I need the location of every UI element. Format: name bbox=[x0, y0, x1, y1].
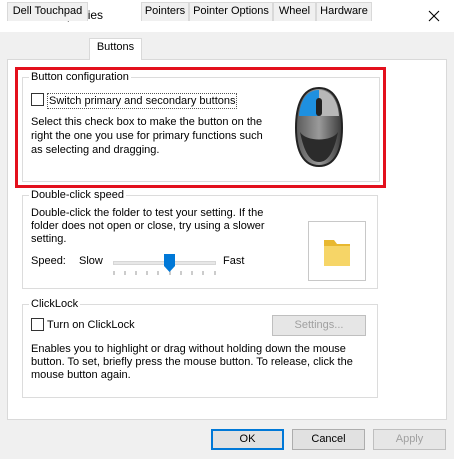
fast-label: Fast bbox=[223, 255, 245, 267]
tab-label: Hardware bbox=[320, 5, 368, 17]
slow-label: Slow bbox=[79, 255, 103, 267]
double-click-desc-line2: folder does not open or close, try using… bbox=[31, 220, 265, 232]
speed-slider-thumb[interactable] bbox=[164, 254, 176, 272]
tab-pointer-options[interactable]: Pointer Options bbox=[189, 2, 273, 21]
button-config-desc-line3: as selecting and dragging. bbox=[31, 144, 160, 156]
tab-wheel[interactable]: Wheel bbox=[273, 2, 316, 21]
close-icon bbox=[428, 10, 440, 22]
speed-label: Speed: bbox=[31, 255, 66, 267]
button-config-desc-line2: right the one you use for primary functi… bbox=[31, 130, 263, 142]
mouse-icon bbox=[294, 86, 344, 168]
cancel-button[interactable]: Cancel bbox=[292, 429, 365, 450]
tab-pointers[interactable]: Pointers bbox=[141, 2, 189, 21]
test-folder-area[interactable] bbox=[308, 221, 366, 281]
tab-label: Pointers bbox=[144, 5, 186, 17]
double-click-desc-line1: Double-click the folder to test your set… bbox=[31, 207, 264, 219]
tab-buttons[interactable]: Buttons bbox=[89, 38, 142, 60]
clicklock-desc-line1: Enables you to highlight or drag without… bbox=[31, 343, 346, 355]
tab-label: Wheel bbox=[278, 5, 311, 17]
tab-dell-touchpad[interactable]: Dell Touchpad bbox=[7, 2, 88, 21]
switch-buttons-label[interactable]: Switch primary and secondary buttons bbox=[47, 93, 238, 109]
double-click-desc-line3: setting. bbox=[31, 233, 67, 245]
group-title: ClickLock bbox=[29, 297, 81, 311]
clicklock-checkbox[interactable] bbox=[31, 318, 44, 331]
tab-hardware[interactable]: Hardware bbox=[316, 2, 372, 21]
tab-label: Buttons bbox=[96, 41, 135, 53]
apply-button[interactable]: Apply bbox=[373, 429, 446, 450]
tab-label: Pointer Options bbox=[193, 5, 269, 17]
close-button[interactable] bbox=[414, 0, 454, 32]
folder-icon bbox=[324, 240, 350, 266]
clicklock-desc-line3: mouse button again. bbox=[31, 369, 131, 381]
clicklock-label[interactable]: Turn on ClickLock bbox=[47, 318, 135, 332]
button-config-desc-line1: Select this check box to make the button… bbox=[31, 116, 263, 128]
switch-buttons-checkbox[interactable] bbox=[31, 93, 44, 106]
tab-label: Dell Touchpad bbox=[12, 5, 83, 17]
group-title: Double-click speed bbox=[29, 188, 126, 202]
clicklock-desc-line2: button. To set, briefly press the mouse … bbox=[31, 356, 353, 368]
clicklock-settings-button[interactable]: Settings... bbox=[272, 315, 366, 336]
ok-button[interactable]: OK bbox=[211, 429, 284, 450]
